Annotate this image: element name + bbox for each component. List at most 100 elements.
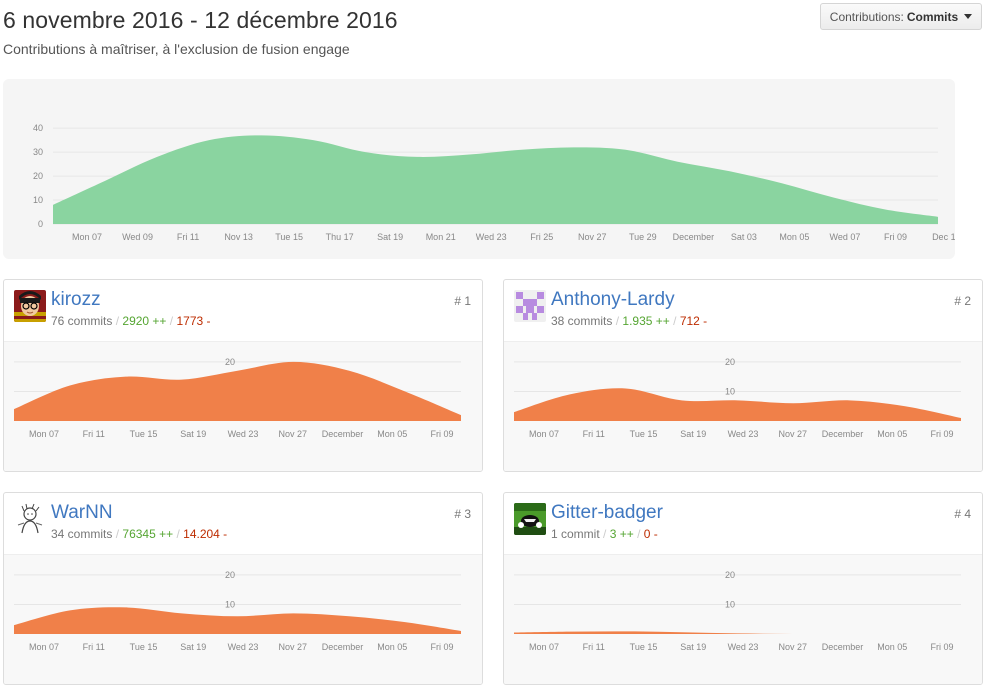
main-contribution-graph: 0 10 20 30 40 Mon 07 Wed 09 Fri 11 Nov 13 Tue 15 T… — [3, 79, 955, 259]
separator: / — [673, 314, 677, 328]
area-series — [514, 631, 961, 635]
separator: / — [115, 314, 120, 328]
x-tick-label: Fri 09 — [430, 429, 453, 439]
area-series — [53, 135, 938, 224]
x-tick-label: Wed 07 — [830, 232, 861, 242]
contributor-name[interactable]: Gitter-badger — [551, 502, 663, 524]
avatar[interactable] — [14, 290, 46, 322]
additions-count: 76345 ++ — [122, 527, 174, 541]
dropdown-prefix: Contributions: — [829, 9, 904, 24]
x-tick-label: Fri 09 — [884, 232, 907, 242]
contributor-name[interactable]: Anthony-Lardy — [551, 289, 675, 311]
separator: / — [115, 527, 120, 541]
contributor-chart-svg: 1020Mon 07Fri 11Tue 15Sat 19Wed 23Nov 27… — [514, 570, 961, 652]
x-tick-label: Nov 27 — [778, 642, 807, 652]
x-tick-label: Mon 07 — [529, 429, 559, 439]
x-tick-label: Fri 11 — [83, 429, 105, 439]
deletions-count: 712 - — [679, 314, 708, 328]
additions-count: 2920 ++ — [122, 314, 167, 328]
x-tick-label: Wed 23 — [228, 642, 259, 652]
separator: / — [615, 314, 620, 328]
x-tick-label: Mon 21 — [426, 232, 456, 242]
x-tick-label: Sat 19 — [680, 429, 706, 439]
contributor-stats: 76 commits / 2920 ++ / 1773 - — [51, 314, 211, 328]
x-tick-label: Wed 23 — [476, 232, 507, 242]
contributor-name[interactable]: kirozz — [51, 289, 101, 311]
x-tick-label: Nov 27 — [278, 642, 307, 652]
contributor-graph: 1020Mon 07Fri 11Tue 15Sat 19Wed 23Nov 27… — [504, 554, 982, 684]
x-tick-label: Wed 09 — [122, 232, 153, 242]
x-tick-label: Thu 17 — [326, 232, 354, 242]
badger-avatar-icon — [514, 503, 546, 535]
contributor-name[interactable]: WarNN — [51, 502, 113, 524]
separator: / — [637, 527, 641, 541]
x-tick-label: December — [822, 642, 864, 652]
y-tick-label: 10 — [725, 599, 735, 609]
separator: / — [603, 527, 607, 541]
x-tick-label: Tue 15 — [630, 429, 658, 439]
y-tick-label: 40 — [33, 123, 43, 133]
dropdown-value: Commits — [906, 9, 959, 24]
x-tick-label: Wed 23 — [228, 429, 259, 439]
x-tick-label: Mon 05 — [377, 642, 407, 652]
contributor-card: Gitter-badger 1 commit / 3 ++ / 0 - # 4 … — [503, 492, 983, 685]
page-subtitle: Contributions à maîtriser, à l'exclusion… — [3, 41, 350, 57]
y-tick-label: 0 — [38, 219, 43, 229]
caret-down-icon — [964, 14, 973, 19]
x-tick-label: Fri 25 — [530, 232, 553, 242]
contributor-chart-svg: 1020Mon 07Fri 11Tue 15Sat 19Wed 23Nov 27… — [14, 357, 461, 439]
commit-count[interactable]: 38 commits — [551, 314, 612, 328]
x-tick-label: Nov 27 — [778, 429, 807, 439]
additions-count: 3 ++ — [609, 527, 634, 541]
x-tick-label: Sat 03 — [731, 232, 757, 242]
x-tick-label: Fri 11 — [83, 642, 105, 652]
y-tick-label: 20 — [725, 357, 735, 367]
x-tick-label: Nov 27 — [578, 232, 607, 242]
x-tick-label: Fri 11 — [583, 642, 605, 652]
contributor-stats: 34 commits / 76345 ++ / 14.204 - — [51, 527, 227, 541]
avatar[interactable] — [14, 503, 46, 535]
x-tick-label: Nov 13 — [224, 232, 253, 242]
avatar[interactable] — [514, 290, 546, 322]
x-tick-label: Fri 11 — [177, 232, 199, 242]
x-tick-label: Tue 29 — [629, 232, 657, 242]
x-tick-label: Wed 23 — [728, 642, 759, 652]
x-tick-label: Tue 15 — [130, 642, 158, 652]
sketch-avatar-icon — [14, 503, 46, 535]
commit-count[interactable]: 1 commit — [551, 527, 600, 541]
x-tick-label: Mon 05 — [877, 642, 907, 652]
x-tick-label: Tue 15 — [130, 429, 158, 439]
x-tick-label: Tue 15 — [630, 642, 658, 652]
y-tick-label: 10 — [725, 386, 735, 396]
deletions-count: 1773 - — [176, 314, 211, 328]
area-series — [514, 388, 961, 421]
commit-count[interactable]: 76 commits — [51, 314, 112, 328]
main-chart-svg: 0 10 20 30 40 Mon 07 Wed 09 Fri 11 Nov 13 Tue 15 T… — [33, 123, 955, 242]
contributions-dropdown[interactable]: Contributions: Commits — [820, 3, 982, 30]
deletions-count: 14.204 - — [183, 527, 228, 541]
y-tick-label: 10 — [225, 599, 235, 609]
commit-count[interactable]: 34 commits — [51, 527, 112, 541]
contributor-graph: 1020Mon 07Fri 11Tue 15Sat 19Wed 23Nov 27… — [4, 554, 482, 684]
x-tick-label: December — [673, 232, 715, 242]
x-tick-label: December — [322, 429, 364, 439]
deletions-count: 0 - — [643, 527, 658, 541]
x-tick-label: Mon 07 — [29, 642, 59, 652]
contributor-graph: 1020Mon 07Fri 11Tue 15Sat 19Wed 23Nov 27… — [4, 341, 482, 471]
y-tick-label: 20 — [33, 171, 43, 181]
x-tick-label: Wed 23 — [728, 429, 759, 439]
y-tick-label: 10 — [33, 195, 43, 205]
contributor-chart-svg: 1020Mon 07Fri 11Tue 15Sat 19Wed 23Nov 27… — [14, 570, 461, 652]
avatar[interactable] — [514, 503, 546, 535]
contributor-card: Anthony-Lardy 38 commits / 1.935 ++ / 71… — [503, 279, 983, 472]
x-tick-label: Tue 15 — [275, 232, 303, 242]
contributor-stats: 38 commits / 1.935 ++ / 712 - — [551, 314, 707, 328]
x-tick-label: Sat 19 — [680, 642, 706, 652]
contributor-chart-svg: 1020Mon 07Fri 11Tue 15Sat 19Wed 23Nov 27… — [514, 357, 961, 439]
contributor-card: WarNN 34 commits / 76345 ++ / 14.204 - #… — [3, 492, 483, 685]
x-tick-label: December — [322, 642, 364, 652]
y-tick-label: 30 — [33, 147, 43, 157]
x-tick-label: Mon 07 — [529, 642, 559, 652]
contributor-rank: # 2 — [954, 294, 971, 308]
area-series — [14, 607, 461, 634]
